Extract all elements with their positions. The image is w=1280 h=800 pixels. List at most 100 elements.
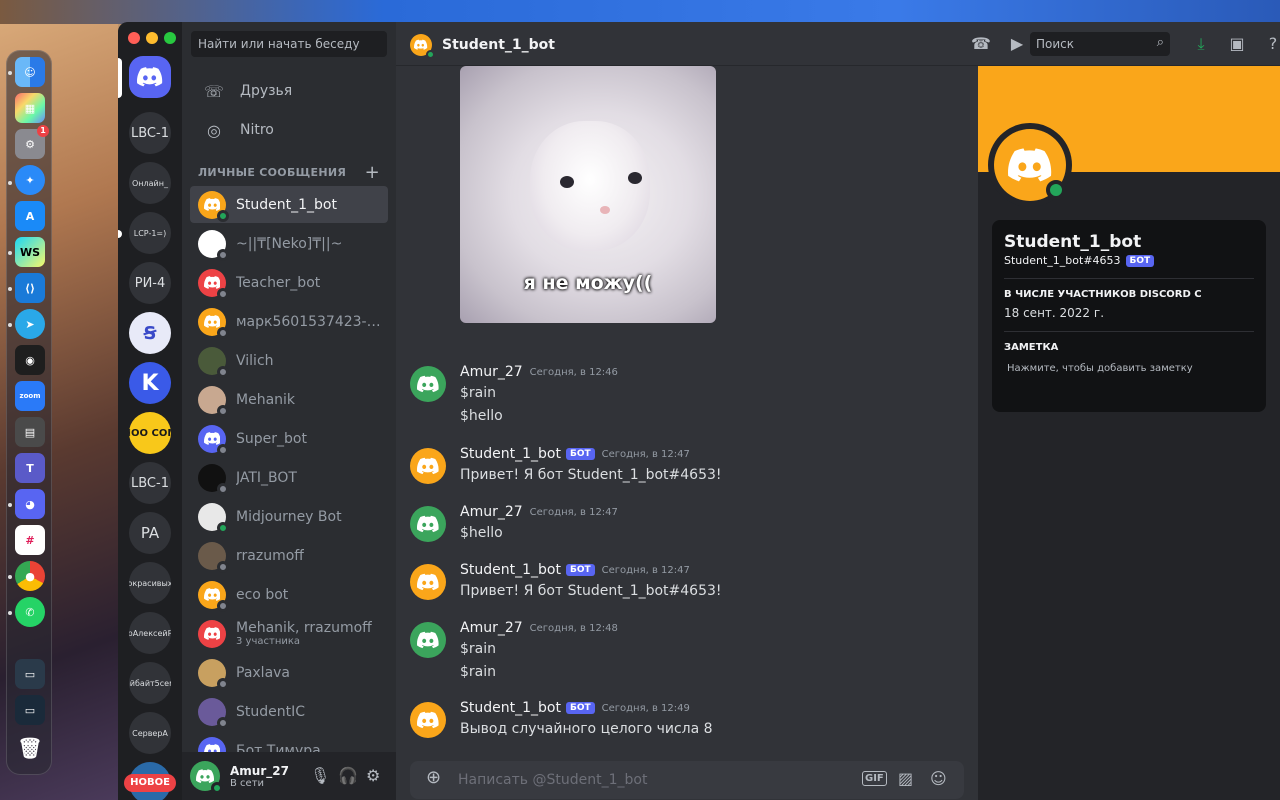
message-author[interactable]: Amur_27 [460,620,523,636]
figma-icon[interactable]: ◉ [15,345,45,375]
dm-item[interactable]: Mehanik [190,381,388,418]
image-attachment[interactable]: я не можу(( [460,66,716,323]
image-caption: я не можу(( [523,272,653,294]
dm-text: Midjourney Bot [236,509,342,525]
download-icon[interactable]: ⤓ [1190,33,1212,55]
nitro-nav[interactable]: ◎ Nitro [190,111,388,149]
dm-item[interactable]: ~||₸[Neko]₸||~ [190,225,388,262]
home-button[interactable] [129,56,171,98]
message-avatar[interactable] [410,702,446,738]
message-author[interactable]: Amur_27 [460,504,523,520]
help-icon[interactable]: ? [1262,33,1280,55]
launchpad-icon[interactable]: ▦ [15,93,45,123]
server-image-icon[interactable]: HOO COM [129,412,171,454]
note-input[interactable]: Нажмите, чтобы добавить заметку [1007,363,1254,374]
message-avatar[interactable] [410,448,446,484]
dm-text: Vilich [236,353,274,369]
user-info[interactable]: Amur_27 В сети [230,764,289,789]
server-icon[interactable]: СерверА [129,712,171,754]
message-author[interactable]: Student_1_bot [460,700,561,716]
dm-item[interactable]: rrazumoff [190,537,388,574]
whatsapp-icon[interactable]: ✆ [15,597,45,627]
system-settings-icon[interactable]: ⚙ 1 [15,125,49,159]
dm-item[interactable]: Paxlava [190,654,388,691]
discord-icon[interactable]: ◕ [15,489,45,519]
zoom-icon[interactable]: zoom [15,381,45,411]
message-avatar[interactable] [410,506,446,542]
minimize-window-button[interactable] [146,32,158,44]
dm-item[interactable]: марк5601537423-456... [190,303,388,340]
slack-icon[interactable]: # [15,525,45,555]
minimized-window-icon[interactable]: ▭ [15,659,45,689]
server-image-icon[interactable]: K [129,362,171,404]
telegram-icon[interactable]: ➤ [15,309,45,339]
server-icon[interactable]: окрасивых [129,562,171,604]
message-timestamp: Сегодня, в 12:47 [601,448,690,460]
inbox-icon[interactable]: ▣ [1226,33,1248,55]
message-author[interactable]: Student_1_bot [460,446,561,462]
server-icon[interactable]: PA [129,512,171,554]
trash-icon[interactable]: 🗑 [15,733,45,763]
message-author[interactable]: Student_1_bot [460,562,561,578]
message-avatar[interactable] [410,366,446,402]
create-dm-icon[interactable]: + [365,162,380,183]
teams-icon[interactable]: T [15,453,45,483]
safari-icon[interactable]: ✦ [15,165,45,195]
dm-item[interactable]: eco bot [190,576,388,613]
divider [1004,278,1254,279]
dm-item[interactable]: Midjourney Bot [190,498,388,535]
friends-nav[interactable]: ☏ Друзья [190,72,388,110]
server-icon[interactable]: РИ-4 [129,262,171,304]
gif-button[interactable]: GIF [862,771,887,786]
server-icon[interactable]: LCP-1=) [129,212,171,254]
top-search-input[interactable]: Поиск ⌕ [1030,32,1170,56]
new-badge[interactable]: НОВОЕ [124,774,176,792]
message-avatar[interactable] [410,622,446,658]
message-avatar[interactable] [410,564,446,600]
discord-logo-icon [417,573,439,591]
message-input[interactable] [458,770,838,790]
server-icon[interactable]: LBC-1 [129,112,171,154]
microphone-icon[interactable]: 🎙 [310,766,330,785]
app-store-icon[interactable]: A [15,201,45,231]
dm-item[interactable]: Student_1_bot [190,186,388,223]
gear-icon[interactable]: ⚙ [366,766,380,785]
voice-call-icon[interactable]: ☎ [970,33,992,55]
server-label: айбайт5сем [129,678,171,688]
status-indicator [217,326,229,339]
dm-search-button[interactable]: Найти или начать беседу [191,31,387,57]
status-indicator [217,716,229,729]
status-indicator [217,443,229,456]
webstorm-icon[interactable]: WS [15,237,45,267]
emoji-icon[interactable]: ☺ [930,769,947,788]
status-indicator [217,287,229,300]
server-image-icon[interactable]: Ꞩ [129,312,171,354]
server-icon[interactable]: LBC-1 [129,462,171,504]
dm-item[interactable]: Teacher_bot [190,264,388,301]
server-icon[interactable]: Онлайн_ [129,162,171,204]
message-body: Amur_27 Сегодня, в 12:48 $rain $rain [460,620,618,682]
chrome-icon[interactable]: ● [15,561,45,591]
zoom-window-button[interactable] [164,32,176,44]
message-author[interactable]: Amur_27 [460,364,523,380]
dm-item[interactable]: JATI_BOT [190,459,388,496]
finder-icon[interactable]: ☺ [15,57,45,87]
dm-item[interactable]: Mehanik, rrazumoff 3 участника [190,615,388,652]
minimized-window-icon[interactable]: ▭ [15,695,45,725]
dock: ☺ ▦ ⚙ 1 ✦ A WS ⟨⟩ ➤ ◉ zoom ▤ T ◕ # ● ✆ ▭ … [6,50,52,775]
dm-item[interactable]: Super_bot [190,420,388,457]
calculator-icon[interactable]: ▤ [15,417,45,447]
dm-item[interactable]: Vilich [190,342,388,379]
server-icon[interactable]: айбайт5сем [129,662,171,704]
close-window-button[interactable] [128,32,140,44]
server-icon[interactable]: рАлексейР [129,612,171,654]
sticker-icon[interactable]: ▨ [898,769,913,788]
video-call-icon[interactable]: ▶ [1006,33,1028,55]
chat-header: Student_1_bot ☎ ▶ 📌 👤 ◑ Поиск ⌕ ⤓ ▣ ? [396,22,1280,66]
vscode-icon[interactable]: ⟨⟩ [15,273,45,303]
headphones-icon[interactable]: 🎧 [338,766,358,785]
user-avatar[interactable] [190,761,223,794]
kitten-eye [560,176,574,188]
dm-item[interactable]: StudentIC [190,693,388,730]
add-attachment-icon[interactable]: ⊕ [426,767,441,788]
